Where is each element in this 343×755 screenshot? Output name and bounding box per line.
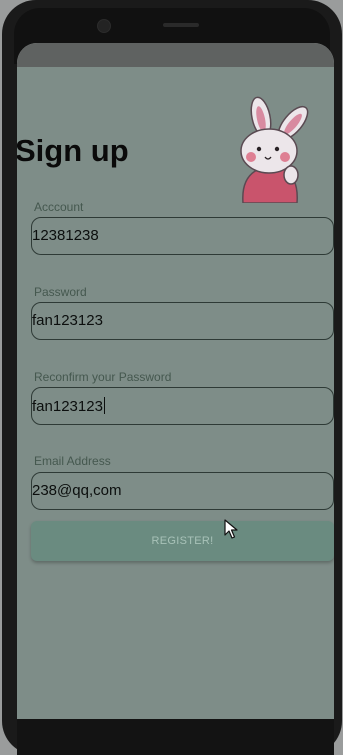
phone-device: Sign up Acccount 12381238 Password fan12… (0, 0, 343, 755)
confirm-password-label: Reconfirm your Password (34, 370, 172, 384)
account-value: 12381238 (32, 227, 99, 244)
password-value: fan123123 (32, 312, 103, 329)
confirm-password-value: fan123123 (32, 398, 103, 415)
text-caret (103, 397, 105, 414)
account-field[interactable]: 12381238 (31, 217, 334, 255)
confirm-password-value-wrap: fan123123 (32, 397, 105, 415)
navigation-bar (17, 719, 334, 755)
bunny-mascot-icon (240, 96, 309, 203)
signup-page: Sign up Acccount 12381238 Password fan12… (17, 67, 334, 719)
app-screen: Sign up Acccount 12381238 Password fan12… (17, 43, 334, 719)
password-label: Password (34, 285, 87, 299)
email-field[interactable]: 238@qq,com (31, 472, 334, 510)
speaker-grille (163, 23, 199, 27)
mouse-pointer-icon (224, 519, 238, 539)
confirm-password-field[interactable]: fan123123 (31, 387, 334, 425)
email-value: 238@qq,com (32, 482, 122, 499)
email-label: Email Address (34, 454, 111, 468)
account-label: Acccount (34, 200, 84, 214)
status-bar (17, 43, 334, 67)
register-button[interactable]: REGISTER! (31, 521, 334, 561)
password-field[interactable]: fan123123 (31, 302, 334, 340)
page-title: Sign up (17, 133, 129, 168)
front-camera-icon (97, 19, 111, 33)
